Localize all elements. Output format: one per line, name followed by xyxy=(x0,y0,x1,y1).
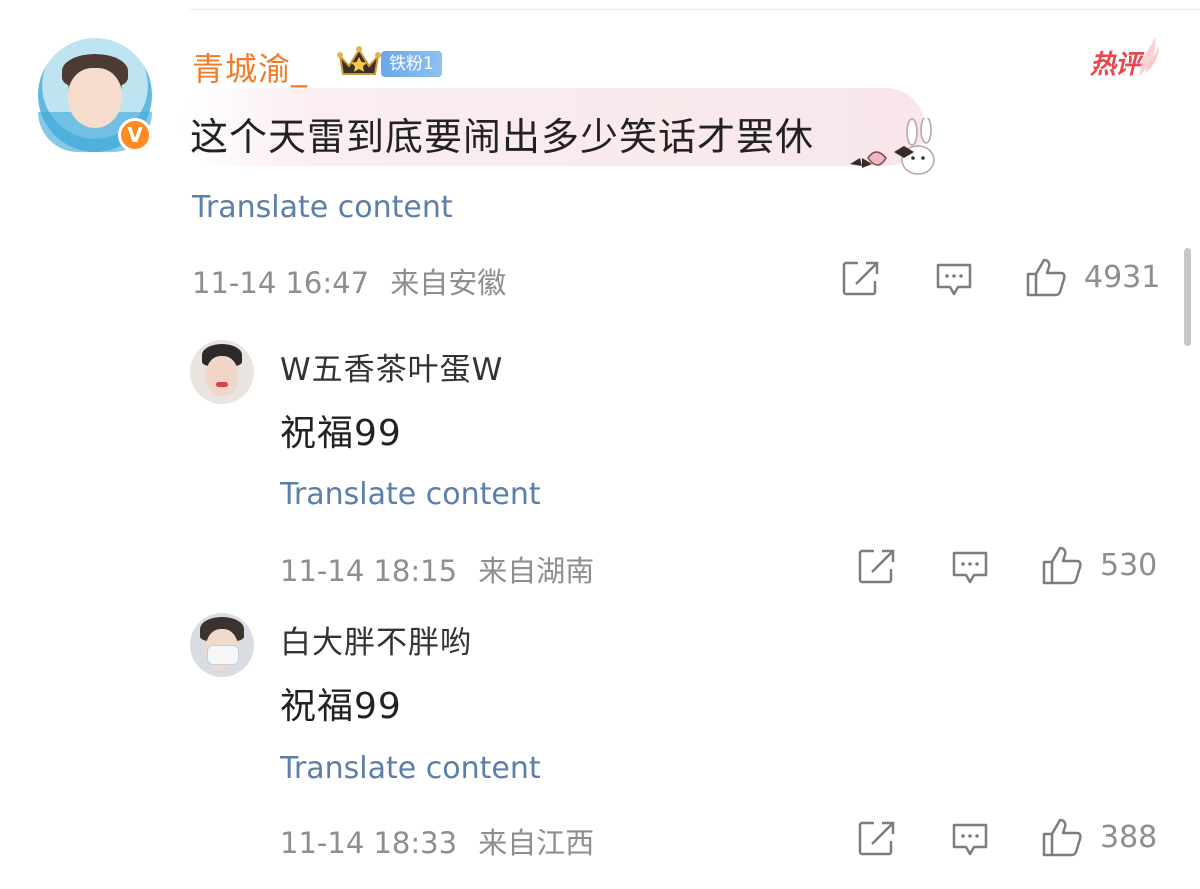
reply-meta: 11-14 18:33 来自江西 xyxy=(280,820,594,862)
comment-text: 这个天雷到底要闹出多少笑话才罢休 xyxy=(190,115,815,159)
username[interactable]: 青城渝_ xyxy=(192,44,308,90)
hot-comment-badge: 热评 xyxy=(1090,50,1141,80)
reply-avatar[interactable] xyxy=(190,340,254,404)
like-count: 530 xyxy=(1100,548,1158,583)
comment-meta: 11-14 16:47 来自安徽 xyxy=(192,260,506,302)
location: 来自湖南 xyxy=(478,554,595,588)
timestamp: 11-14 18:15 xyxy=(280,554,458,588)
hot-badge-flame-icon xyxy=(1139,36,1159,76)
translate-link[interactable]: Translate content xyxy=(280,477,541,512)
bunny-sticker-icon xyxy=(850,118,935,175)
comment-icon[interactable] xyxy=(935,262,973,298)
avatar-face xyxy=(68,68,122,128)
share-icon[interactable] xyxy=(858,820,896,856)
location: 来自安徽 xyxy=(390,266,507,300)
translate-link[interactable]: Translate content xyxy=(192,190,453,225)
location: 来自江西 xyxy=(478,826,595,860)
scrollbar[interactable] xyxy=(1184,248,1191,346)
reply-avatar[interactable] xyxy=(190,613,254,677)
translate-link[interactable]: Translate content xyxy=(280,751,541,786)
reply-username[interactable]: W五香茶叶蛋W xyxy=(280,344,503,389)
verified-badge-icon: V xyxy=(118,118,152,152)
timestamp: 11-14 18:33 xyxy=(280,826,458,860)
avatar-mouth xyxy=(216,382,228,387)
like-count: 4931 xyxy=(1084,260,1161,295)
avatar-face xyxy=(206,356,238,396)
thumbs-up-icon[interactable] xyxy=(1041,544,1083,586)
fan-level-badge[interactable]: 铁粉1 xyxy=(381,51,442,77)
avatar-mask xyxy=(207,645,239,665)
comment-icon[interactable] xyxy=(951,822,989,858)
share-icon[interactable] xyxy=(858,548,896,584)
share-icon[interactable] xyxy=(842,260,880,296)
like-count: 388 xyxy=(1100,820,1158,855)
reply-meta: 11-14 18:15 来自湖南 xyxy=(280,548,594,590)
thumbs-up-icon[interactable] xyxy=(1025,256,1067,298)
crown-icon xyxy=(337,46,381,75)
reply-username[interactable]: 白大胖不胖哟 xyxy=(280,617,472,662)
reply-text: 祝福99 xyxy=(280,686,402,727)
thumbs-up-icon[interactable] xyxy=(1041,816,1083,858)
comment-icon[interactable] xyxy=(951,550,989,586)
reply-text: 祝福99 xyxy=(280,413,402,454)
timestamp: 11-14 16:47 xyxy=(192,266,370,300)
top-divider xyxy=(190,9,1200,10)
